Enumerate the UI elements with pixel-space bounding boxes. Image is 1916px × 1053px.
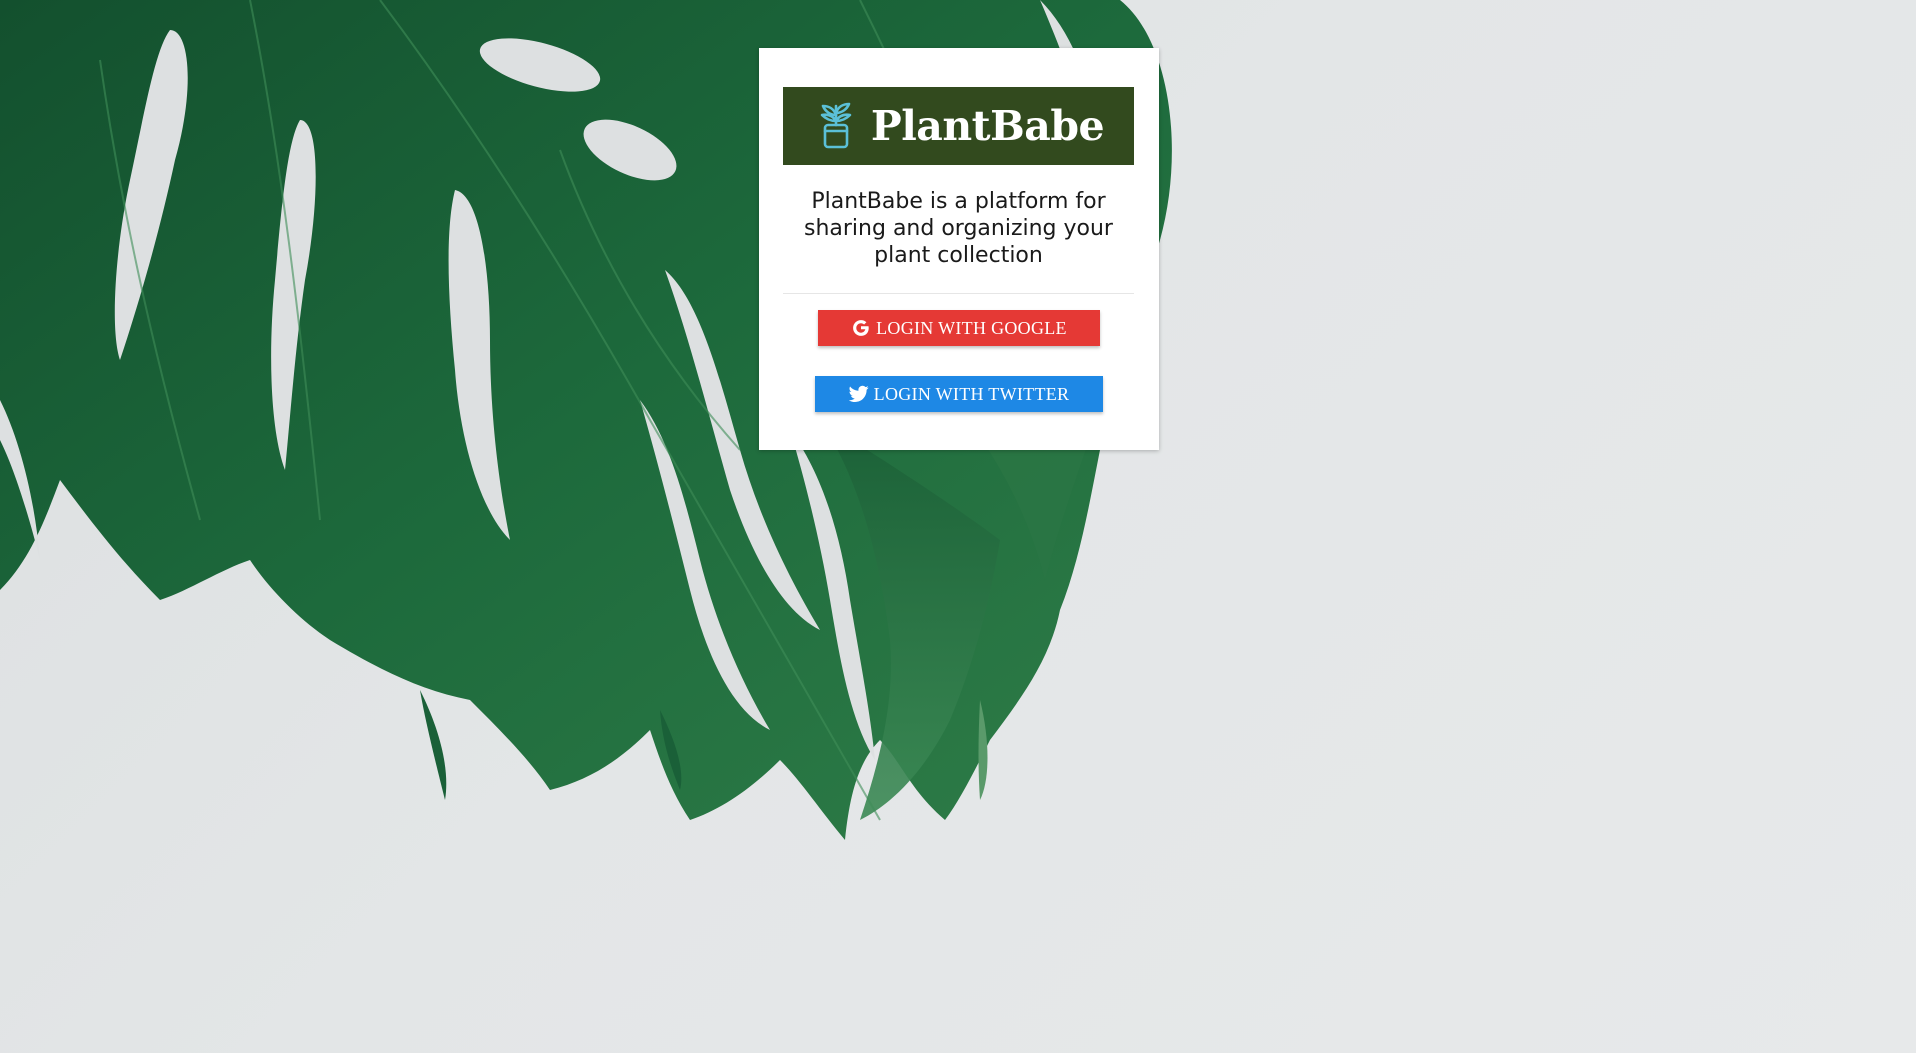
potted-plant-icon bbox=[813, 100, 859, 152]
tagline: PlantBabe is a platform for sharing and … bbox=[804, 189, 1113, 268]
login-card: PlantBabe PlantBabe is a platform for sh… bbox=[759, 48, 1159, 450]
login-google-button[interactable]: LOGIN WITH GOOGLE bbox=[818, 310, 1100, 346]
login-twitter-button[interactable]: LOGIN WITH TWITTER bbox=[815, 376, 1103, 412]
login-twitter-label: LOGIN WITH TWITTER bbox=[873, 383, 1070, 404]
login-google-label: LOGIN WITH GOOGLE bbox=[876, 317, 1067, 338]
brand-name: PlantBabe bbox=[870, 102, 1105, 150]
google-g-icon bbox=[851, 318, 871, 338]
logo-banner: PlantBabe bbox=[783, 87, 1134, 165]
divider bbox=[783, 293, 1134, 294]
twitter-bird-icon bbox=[848, 385, 869, 403]
